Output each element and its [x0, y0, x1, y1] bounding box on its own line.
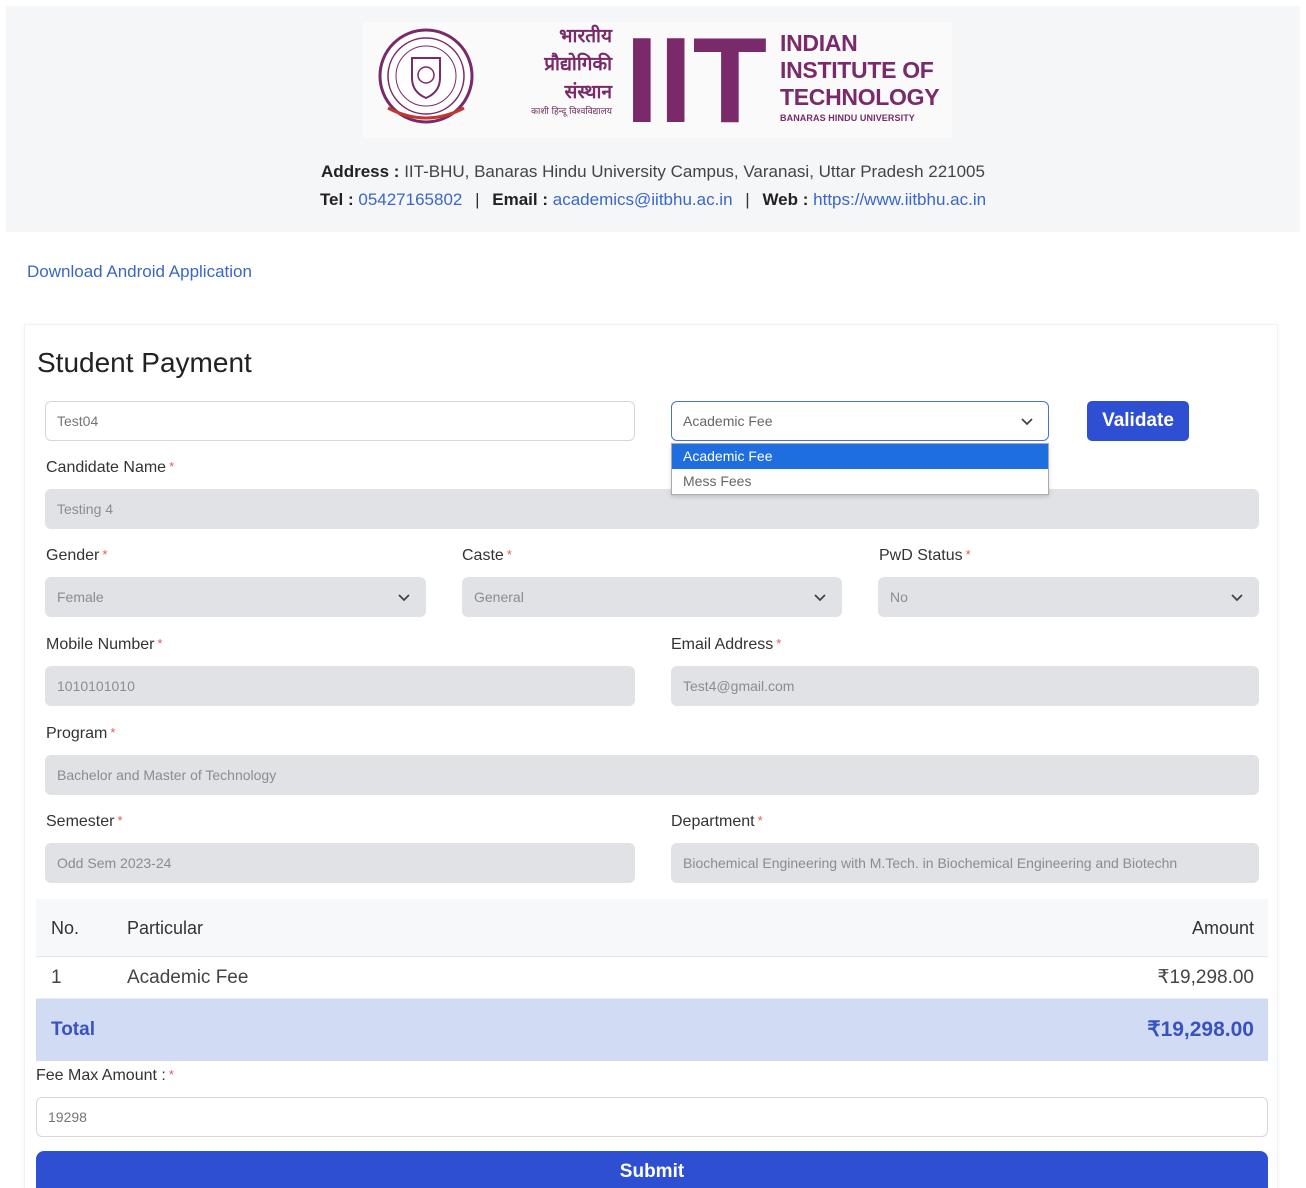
fee-max-amount-input[interactable]: 19298	[36, 1097, 1268, 1137]
tel-link[interactable]: 05427165802	[358, 190, 462, 209]
submit-button[interactable]: Submit	[36, 1151, 1268, 1188]
roll-number-input[interactable]: Test04	[45, 401, 635, 441]
semester-label: Semester *	[46, 813, 123, 830]
chevron-down-icon	[1021, 418, 1033, 426]
row-particular: Academic Fee	[127, 967, 249, 988]
row-no: 1	[51, 967, 62, 988]
program-field[interactable]: Bachelor and Master of Technology	[45, 755, 1259, 795]
email-link[interactable]: academics@iitbhu.ac.in	[553, 190, 733, 209]
mobile-number-field[interactable]: 1010101010	[45, 666, 635, 706]
total-value: ₹19,298.00	[1147, 1018, 1254, 1041]
total-label: Total	[51, 1019, 95, 1040]
address-line: Address : IIT-BHU, Banaras Hindu Univers…	[321, 162, 985, 181]
iit-letters-graphic: IIT	[625, 32, 767, 128]
program-label: Program *	[46, 725, 116, 742]
page-title: Student Payment	[37, 347, 252, 378]
caste-select[interactable]: General	[462, 577, 842, 617]
fee-option-mess[interactable]: Mess Fees	[672, 469, 1048, 494]
department-field[interactable]: Biochemical Engineering with M.Tech. in …	[671, 843, 1259, 883]
contact-line: Tel : 05427165802 | Email : academics@ii…	[319, 190, 987, 209]
fee-type-select[interactable]: Academic Fee	[671, 401, 1049, 441]
chevron-down-icon	[1231, 594, 1243, 602]
email-address-field[interactable]: Test4@gmail.com	[671, 666, 1259, 706]
chevron-down-icon	[814, 594, 826, 602]
col-particular: Particular	[127, 918, 204, 938]
fee-option-academic[interactable]: Academic Fee	[672, 444, 1048, 469]
fee-table: No. Particular Amount 1 Academic Fee ₹19…	[36, 899, 1268, 1061]
semester-field[interactable]: Odd Sem 2023-24	[45, 843, 635, 883]
logo-hindi-text: भारतीय प्रौद्योगिकी संस्थान काशी हिन्दू …	[531, 25, 612, 117]
fee-type-dropdown: Academic Fee Mess Fees	[671, 443, 1049, 495]
table-row: 1 Academic Fee ₹19,298.00	[36, 957, 1268, 999]
gender-select[interactable]: Female	[45, 577, 426, 617]
web-link[interactable]: https://www.iitbhu.ac.in	[813, 190, 986, 209]
chevron-down-icon	[398, 594, 410, 602]
candidate-name-label: Candidate Name *	[46, 459, 175, 476]
candidate-name-field[interactable]: Testing 4	[45, 489, 1259, 529]
logo-english-text: INDIAN INSTITUTE OF TECHNOLOGY BANARAS H…	[780, 30, 940, 123]
pwd-status-label: PwD Status *	[879, 547, 971, 564]
gender-label: Gender *	[46, 547, 108, 564]
pwd-status-select[interactable]: No	[878, 577, 1259, 617]
iit-bhu-logo: भारतीय प्रौद्योगिकी संस्थान काशी हिन्दू …	[362, 22, 952, 138]
table-header: No. Particular Amount	[36, 899, 1268, 957]
caste-label: Caste *	[462, 547, 512, 564]
table-total-row: Total ₹19,298.00	[36, 999, 1268, 1061]
fee-max-amount-label: Fee Max Amount : *	[36, 1067, 174, 1084]
department-label: Department *	[671, 813, 763, 830]
col-no: No.	[51, 918, 80, 938]
row-amount: ₹19,298.00	[1157, 967, 1254, 988]
mobile-number-label: Mobile Number *	[46, 636, 163, 653]
email-address-label: Email Address *	[671, 636, 782, 653]
validate-button[interactable]: Validate	[1087, 401, 1189, 441]
institute-seal-icon	[378, 28, 474, 124]
student-payment-card: Student Payment Test04 Academic Fee Vali…	[24, 324, 1278, 1188]
site-header: भारतीय प्रौद्योगिकी संस्थान काशी हिन्दू …	[6, 6, 1300, 232]
col-amount: Amount	[1191, 918, 1254, 938]
svg-text:IIT: IIT	[625, 32, 767, 128]
download-android-link[interactable]: Download Android Application	[27, 262, 252, 282]
